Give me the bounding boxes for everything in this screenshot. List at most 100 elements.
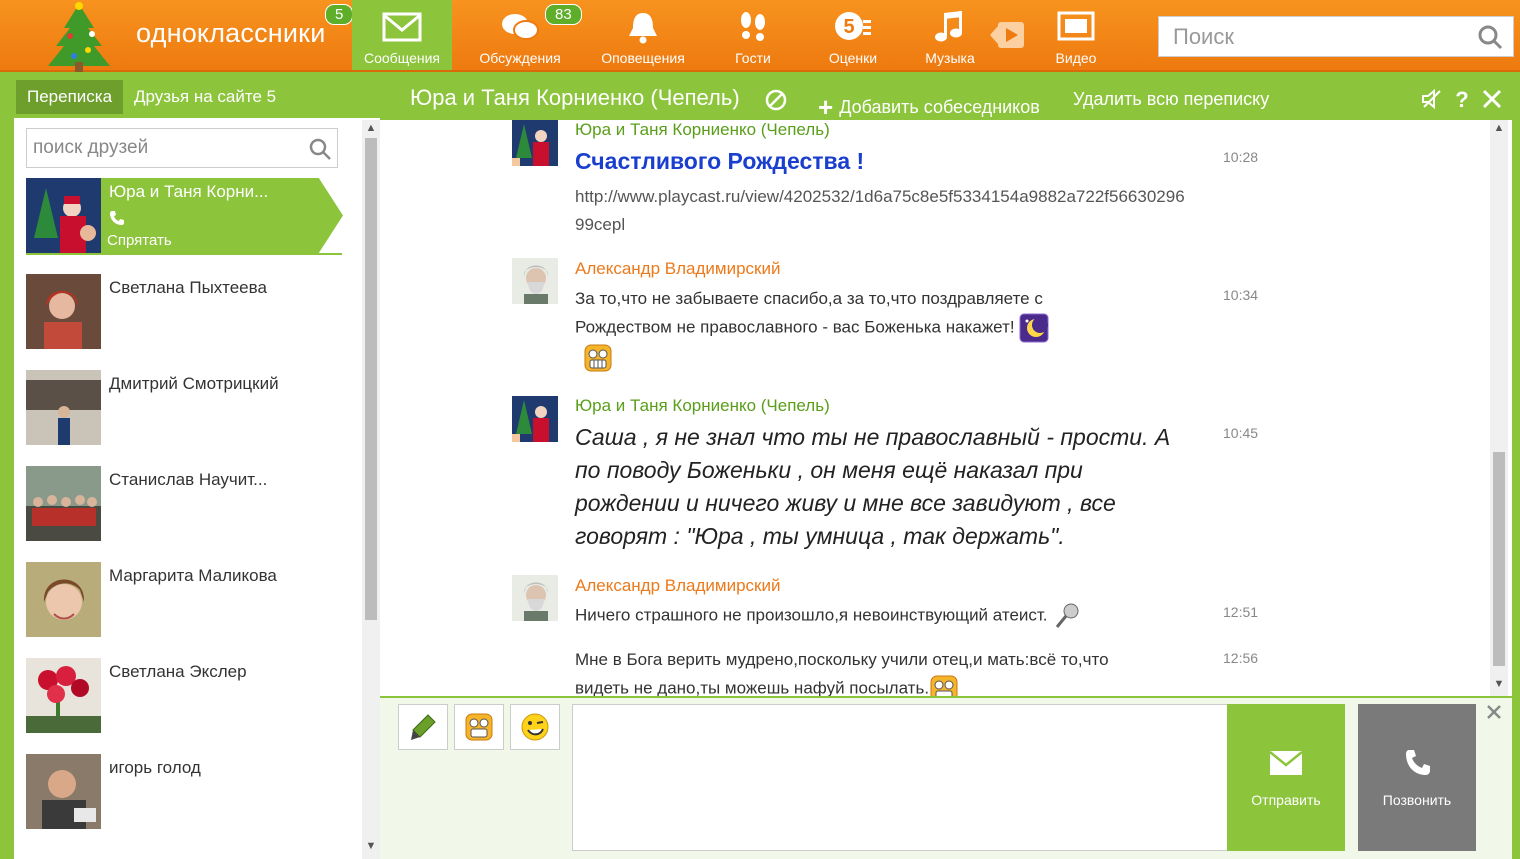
friend-item[interactable]: Маргарита Маликова bbox=[26, 562, 354, 638]
microphone-icon bbox=[1056, 603, 1079, 628]
nav-notifications-label: Оповещения bbox=[601, 50, 685, 66]
christmas-tree-logo-icon[interactable] bbox=[34, 0, 124, 72]
nav-notifications[interactable]: Оповещения bbox=[593, 0, 693, 70]
avatar bbox=[26, 658, 101, 733]
message-author[interactable]: Юра и Таня Корниенко (Чепель) bbox=[575, 120, 830, 140]
message-time: 10:34 bbox=[1223, 287, 1259, 303]
tab-friends-online[interactable]: Друзья на сайте 5 bbox=[123, 80, 287, 114]
nav-music-label: Музыка bbox=[925, 50, 975, 66]
tab-conversations[interactable]: Переписка bbox=[16, 80, 124, 114]
friend-item[interactable]: игорь голод bbox=[26, 754, 354, 830]
scrollbar-thumb[interactable] bbox=[365, 138, 377, 620]
winking-smiley-icon bbox=[521, 713, 549, 741]
marker-button[interactable] bbox=[398, 704, 448, 750]
friend-name: Светлана Экслер bbox=[109, 662, 247, 681]
nav-messages[interactable]: Сообщения bbox=[352, 0, 452, 70]
send-button-label: Отправить bbox=[1251, 792, 1321, 808]
friend-item[interactable]: Светлана Пыхтеева bbox=[26, 274, 354, 350]
avatar bbox=[26, 466, 101, 541]
nav-video[interactable]: Видео bbox=[1026, 0, 1126, 70]
hide-link[interactable]: Спрятать bbox=[107, 232, 172, 249]
chat-title[interactable]: Юра и Таня Корниенко (Чепель) bbox=[410, 85, 740, 111]
nav-video-label: Видео bbox=[1055, 50, 1097, 66]
emoticons-button[interactable] bbox=[510, 704, 560, 750]
conversations-panel: Переписка Друзья на сайте 5 Юра и Таня К… bbox=[14, 80, 380, 859]
svg-text:5: 5 bbox=[843, 16, 854, 38]
friend-name: Станислав Научит... bbox=[109, 470, 268, 489]
avatar[interactable] bbox=[512, 396, 558, 442]
friend-item[interactable]: Дмитрий Смотрицкий bbox=[26, 370, 354, 446]
footprints-icon bbox=[741, 12, 765, 41]
phone-icon[interactable] bbox=[109, 210, 125, 226]
message-text: Мне в Бога верить мудрено,поскольку учил… bbox=[575, 646, 1165, 696]
friend-search-input[interactable] bbox=[27, 129, 297, 167]
avatar bbox=[26, 370, 101, 445]
send-button[interactable]: Отправить bbox=[1227, 704, 1345, 851]
add-participants-button[interactable]: + Добавить собеседников bbox=[818, 89, 1040, 122]
message-text-content: За то,что не забываете спасибо,а за то,ч… bbox=[575, 289, 1043, 337]
search-icon[interactable] bbox=[308, 137, 332, 161]
music-note-icon bbox=[935, 11, 962, 42]
friend-item[interactable]: Светлана Экслер bbox=[26, 658, 354, 734]
speech-bubbles-icon bbox=[502, 14, 539, 40]
friends-scrollbar[interactable]: ▲ ▼ bbox=[362, 120, 380, 859]
envelope-icon bbox=[382, 12, 422, 42]
scroll-down-arrow-icon[interactable]: ▼ bbox=[1490, 678, 1508, 690]
friend-name: игорь голод bbox=[109, 758, 201, 777]
message-headline[interactable]: Счастливого Рождества ! bbox=[575, 148, 864, 175]
nav-music[interactable]: Музыка bbox=[900, 0, 1000, 70]
logo-badge[interactable]: 5 bbox=[325, 4, 354, 25]
friend-item[interactable]: Станислав Научит... bbox=[26, 466, 354, 542]
message-author[interactable]: Юра и Таня Корниенко (Чепель) bbox=[575, 396, 830, 416]
block-icon[interactable] bbox=[764, 88, 788, 112]
chat-messages: Юра и Таня Корниенко (Чепель) Счастливог… bbox=[380, 120, 1512, 696]
help-icon[interactable]: ? bbox=[1450, 87, 1474, 111]
scrollbar-thumb[interactable] bbox=[1493, 452, 1505, 666]
nav-ratings[interactable]: 5 Оценки bbox=[803, 0, 903, 70]
message-input[interactable] bbox=[572, 704, 1228, 851]
plus-icon: + bbox=[818, 92, 834, 122]
search-icon[interactable] bbox=[1477, 24, 1503, 50]
avatar bbox=[26, 274, 101, 349]
avatar bbox=[26, 562, 101, 637]
avatar[interactable] bbox=[512, 575, 558, 621]
message-link[interactable]: http://www.playcast.ru/view/4202532/1d6a… bbox=[575, 183, 1187, 239]
message-text: Ничего страшного не произошло,я невоинст… bbox=[575, 601, 1185, 631]
chat-scrollbar[interactable]: ▲ ▼ bbox=[1490, 120, 1508, 696]
friends-list: Юра и Таня Корни... Спрятать Светлана Пы… bbox=[14, 178, 362, 858]
chat-header: Юра и Таня Корниенко (Чепель) + Добавить … bbox=[380, 80, 1512, 122]
mute-speaker-icon[interactable] bbox=[1420, 87, 1444, 111]
friend-name: Светлана Пыхтеева bbox=[109, 278, 267, 297]
grinning-smiley-icon bbox=[584, 344, 612, 372]
marker-pen-icon bbox=[411, 714, 436, 740]
music-play-icon[interactable] bbox=[988, 18, 1028, 52]
call-button[interactable]: Позвонить bbox=[1358, 704, 1476, 851]
message-author[interactable]: Александр Владимирский bbox=[575, 259, 780, 279]
nav-ratings-label: Оценки bbox=[828, 50, 878, 66]
close-icon[interactable] bbox=[1480, 87, 1504, 111]
message-time: 10:45 bbox=[1223, 425, 1259, 441]
global-search-input[interactable] bbox=[1159, 17, 1459, 56]
scroll-up-arrow-icon[interactable]: ▲ bbox=[1490, 122, 1508, 134]
envelope-icon bbox=[1269, 751, 1303, 775]
avatar[interactable] bbox=[512, 120, 558, 166]
site-logo-text[interactable]: одноклассники bbox=[136, 18, 325, 49]
friend-item-active[interactable]: Юра и Таня Корни... Спрятать bbox=[26, 178, 354, 255]
friend-name: Маргарита Маликова bbox=[109, 566, 277, 585]
avatar[interactable] bbox=[512, 258, 558, 304]
scroll-down-arrow-icon[interactable]: ▼ bbox=[362, 840, 380, 852]
nav-guests[interactable]: Гости bbox=[703, 0, 803, 70]
delete-conversation-button[interactable]: Удалить всю переписку bbox=[1073, 89, 1269, 110]
avatar bbox=[26, 754, 101, 829]
phone-icon bbox=[1406, 750, 1430, 775]
discussions-badge[interactable]: 83 bbox=[545, 4, 582, 25]
grinning-smiley-icon bbox=[465, 713, 493, 741]
scroll-up-arrow-icon[interactable]: ▲ bbox=[362, 122, 380, 134]
message-link-text[interactable]: http://www.playcast.ru/view/4202532/1d6a… bbox=[575, 187, 1185, 234]
friend-search bbox=[26, 128, 338, 168]
message-author[interactable]: Александр Владимирский bbox=[575, 576, 780, 596]
message-text: За то,что не забываете спасибо,а за то,ч… bbox=[575, 285, 1135, 373]
call-button-label: Позвонить bbox=[1382, 792, 1452, 808]
smileys-button[interactable] bbox=[454, 704, 504, 750]
close-icon[interactable] bbox=[1486, 704, 1502, 720]
